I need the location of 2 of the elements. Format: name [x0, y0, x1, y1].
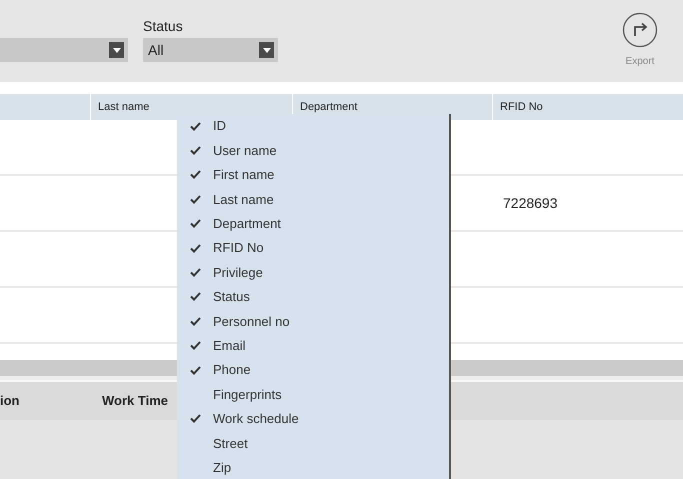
table-cell-text: 7228693	[502, 194, 559, 212]
status-label: Status	[143, 17, 183, 36]
